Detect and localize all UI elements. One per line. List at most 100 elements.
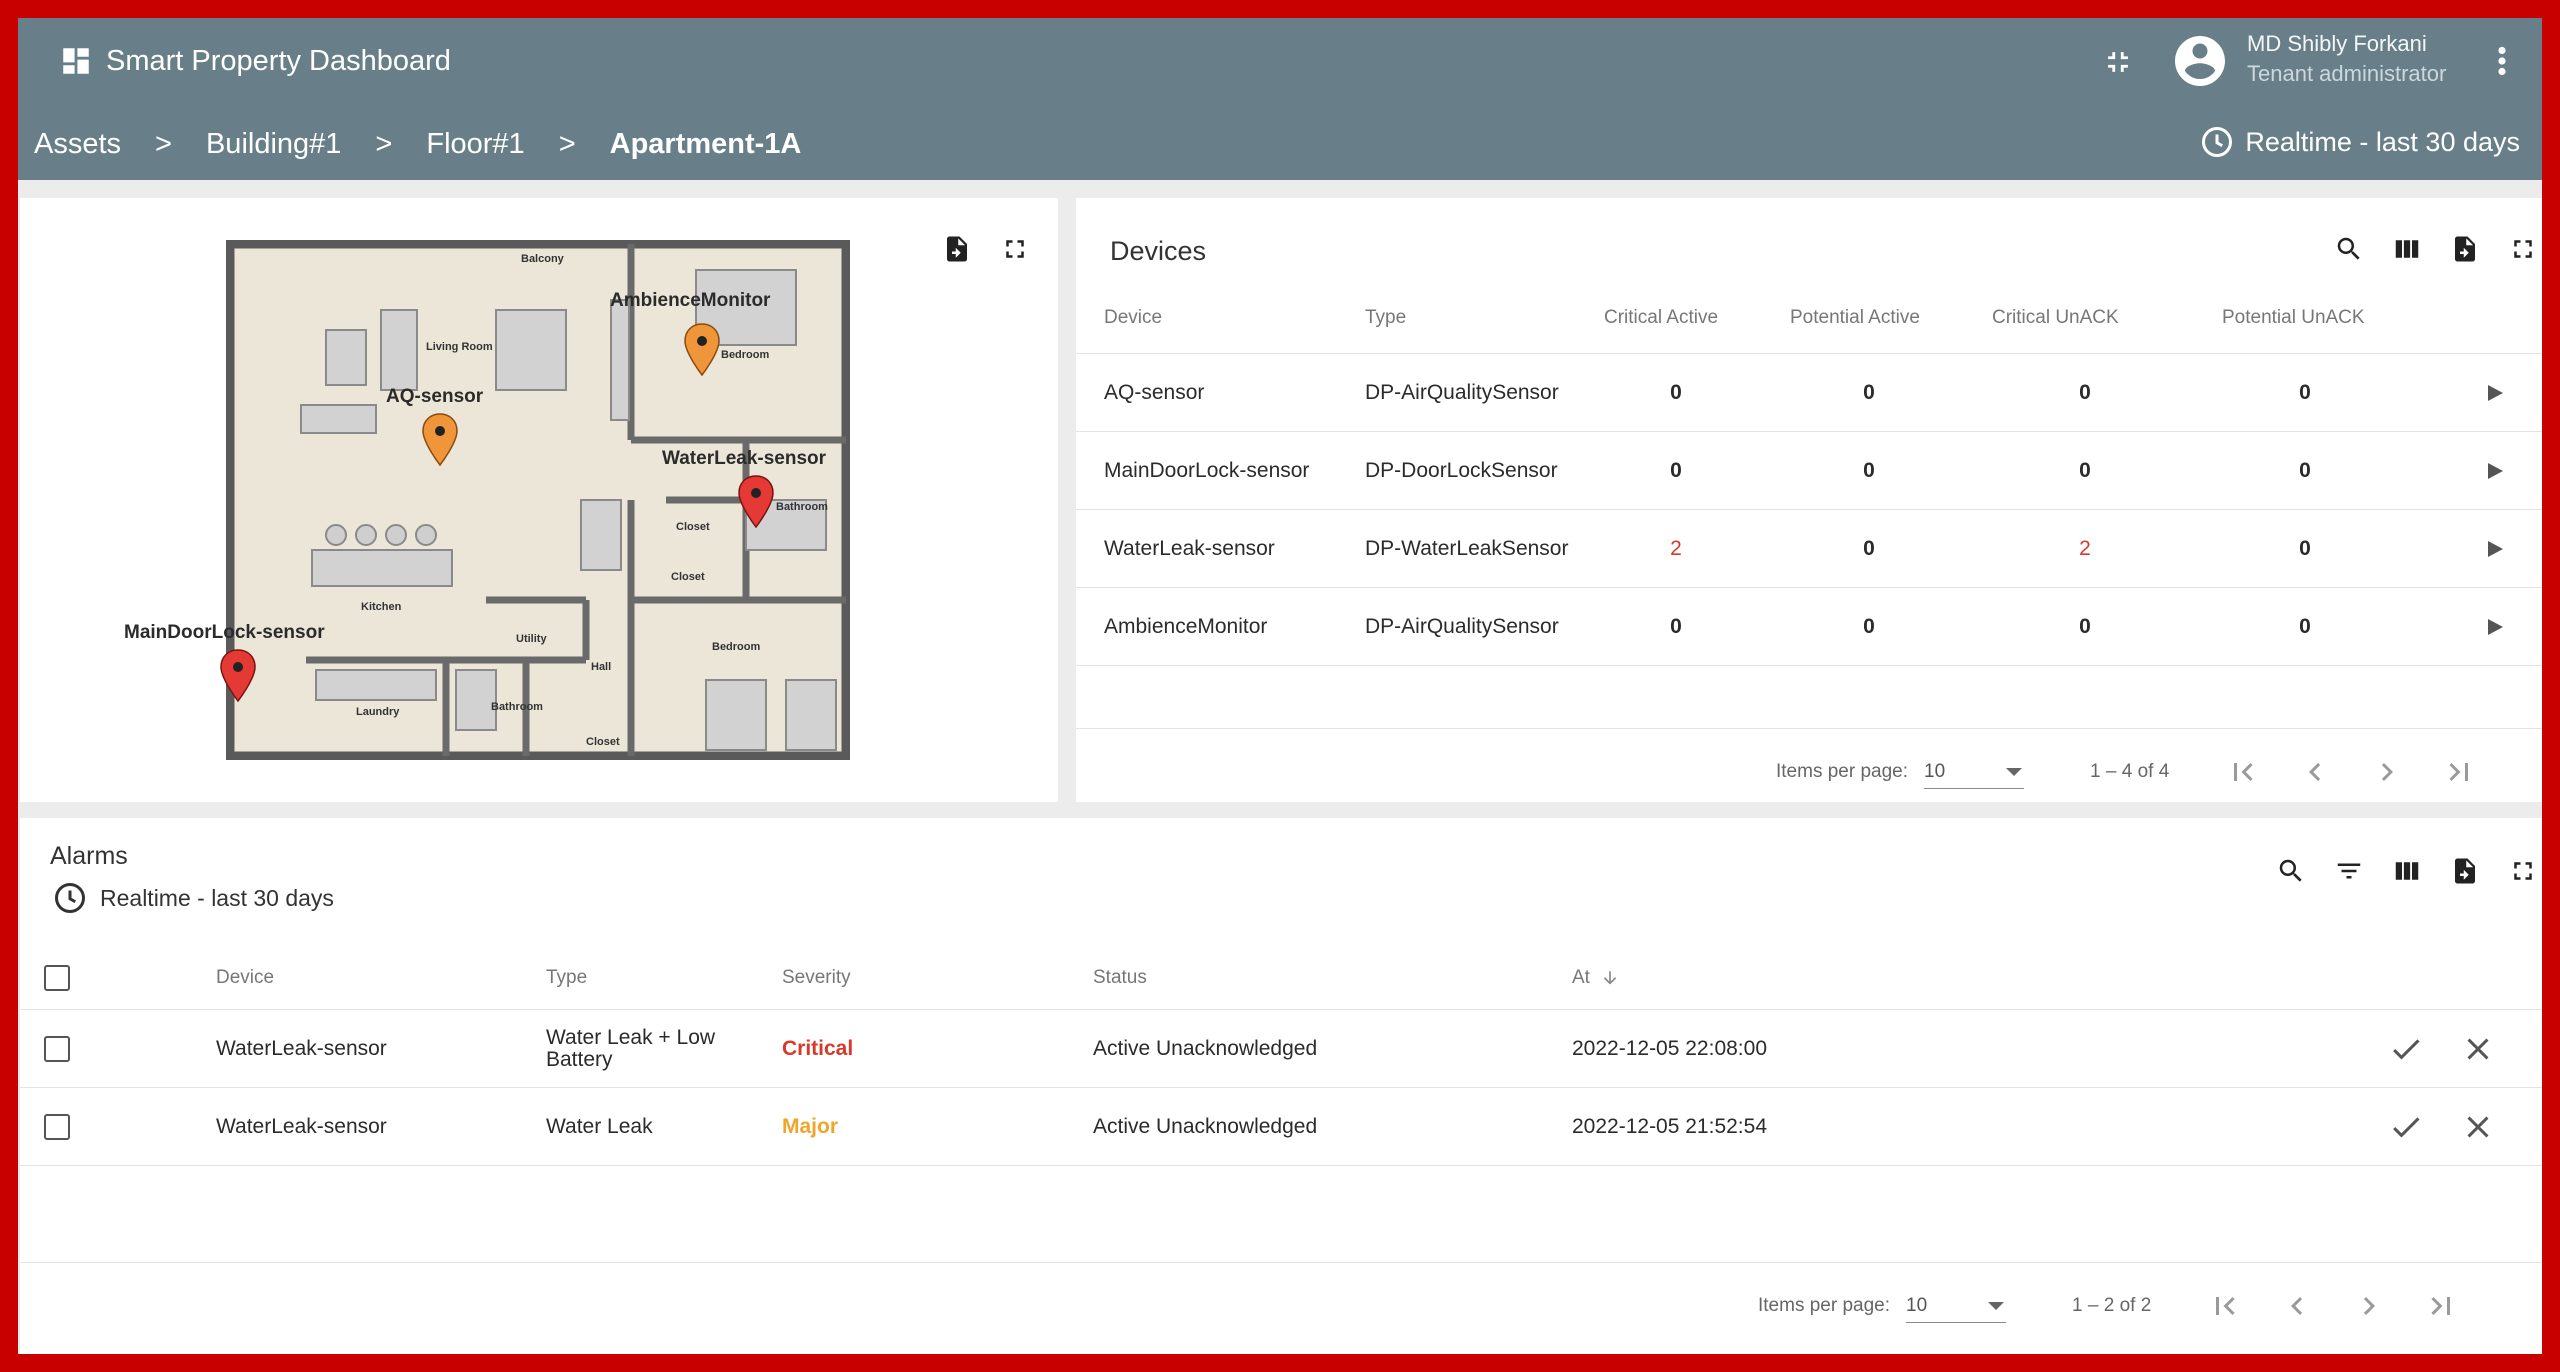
- search-button[interactable]: [2332, 232, 2366, 266]
- fullscreen-button[interactable]: [2506, 854, 2540, 888]
- select-all-checkbox[interactable]: [44, 964, 70, 991]
- clear-alarm-button[interactable]: [2460, 1010, 2496, 1087]
- account-circle-icon[interactable]: [2170, 31, 2230, 91]
- first-page-icon[interactable]: [2225, 754, 2261, 790]
- user-role: Tenant administrator: [2247, 61, 2447, 86]
- column-header-at[interactable]: At: [1572, 946, 1620, 1009]
- map-marker-waterleak-sensor[interactable]: [736, 474, 776, 530]
- user-name: MD Shibly Forkani: [2247, 31, 2427, 56]
- breadcrumb-separator: >: [375, 127, 393, 160]
- table-row[interactable]: WaterLeak-sensor Water Leak Major Active…: [20, 1088, 2542, 1166]
- floor-plan-widget: Balcony Living Room Bedroom Closet Bathr…: [20, 198, 1058, 802]
- next-page-icon[interactable]: [2351, 1288, 2387, 1324]
- export-button[interactable]: [940, 232, 974, 266]
- room-label: Hall: [591, 661, 611, 673]
- table-row[interactable]: AmbienceMonitor DP-AirQualitySensor 0 0 …: [1076, 588, 2542, 666]
- page-size-select[interactable]: 10: [1924, 755, 2025, 789]
- device-type: DP-AirQualitySensor: [1365, 614, 1559, 638]
- table-row[interactable]: WaterLeak-sensor DP-WaterLeakSensor 2 0 …: [1076, 510, 2542, 588]
- export-button[interactable]: [2448, 854, 2482, 888]
- open-device-button[interactable]: [2482, 588, 2506, 665]
- room-label: Closet: [676, 521, 710, 533]
- acknowledge-button[interactable]: [2388, 1088, 2424, 1165]
- check-icon: [2393, 1038, 2420, 1059]
- map-marker-maindoorlock-sensor[interactable]: [218, 648, 258, 704]
- breadcrumb-assets[interactable]: Assets: [34, 128, 121, 161]
- alarms-table: Device Type Severity Status At WaterLeak…: [20, 946, 2542, 1166]
- table-row[interactable]: AQ-sensor DP-AirQualitySensor 0 0 0 0: [1076, 354, 2542, 432]
- alarms-timewindow[interactable]: Realtime - last 30 days: [52, 880, 334, 916]
- app-title: Smart Property Dashboard: [106, 45, 451, 77]
- marker-label-ambience-monitor: AmbienceMonitor: [610, 290, 771, 311]
- page-size-select[interactable]: 10: [1906, 1289, 2007, 1323]
- column-header-potential-active[interactable]: Potential Active: [1790, 282, 1920, 353]
- column-header-severity[interactable]: Severity: [782, 946, 851, 1009]
- more-vert-icon[interactable]: [2490, 43, 2514, 79]
- room-label: Living Room: [426, 341, 493, 353]
- column-header-critical-unack[interactable]: Critical UnACK: [1992, 282, 2119, 353]
- acknowledge-button[interactable]: [2388, 1010, 2424, 1087]
- last-page-icon[interactable]: [2423, 1288, 2459, 1324]
- alarm-device: WaterLeak-sensor: [216, 1114, 387, 1138]
- breadcrumb-floor[interactable]: Floor#1: [426, 128, 524, 161]
- fullscreen-button[interactable]: [998, 232, 1032, 266]
- open-device-button[interactable]: [2482, 354, 2506, 431]
- filter-button[interactable]: [2332, 854, 2366, 888]
- timewindow-label: Realtime - last 30 days: [2245, 126, 2520, 157]
- column-header-status[interactable]: Status: [1093, 946, 1147, 1009]
- row-checkbox[interactable]: [44, 1113, 70, 1140]
- room-label: Closet: [586, 736, 620, 748]
- chevron-down-icon: [1988, 1301, 2005, 1310]
- page-range: 1 – 2 of 2: [2072, 1295, 2152, 1316]
- items-per-page-label: Items per page:: [1776, 761, 1909, 782]
- fullscreen-icon: [2514, 862, 2532, 880]
- prev-page-icon[interactable]: [2297, 754, 2333, 790]
- export-button[interactable]: [2448, 232, 2482, 266]
- map-marker-ambience-monitor[interactable]: [682, 322, 722, 378]
- critical-unack-count: 2: [2079, 536, 2091, 560]
- column-header-type[interactable]: Type: [546, 946, 587, 1009]
- column-header-critical-active[interactable]: Critical Active: [1604, 282, 1718, 353]
- map-marker-aq-sensor[interactable]: [420, 412, 460, 468]
- breadcrumb-building[interactable]: Building#1: [206, 128, 341, 161]
- timewindow-button[interactable]: Realtime - last 30 days: [2199, 122, 2520, 162]
- clear-alarm-button[interactable]: [2460, 1088, 2496, 1165]
- next-page-icon[interactable]: [2369, 754, 2405, 790]
- row-checkbox[interactable]: [44, 1035, 70, 1062]
- columns-button[interactable]: [2390, 854, 2424, 888]
- room-label: Bedroom: [721, 349, 770, 361]
- room-label: Closet: [671, 571, 705, 583]
- column-header-device[interactable]: Device: [1104, 282, 1162, 353]
- columns-button[interactable]: [2390, 232, 2424, 266]
- device-type: DP-AirQualitySensor: [1365, 380, 1559, 404]
- play-arrow-icon: [2488, 384, 2503, 401]
- last-page-icon[interactable]: [2441, 754, 2477, 790]
- close-icon: [2467, 1038, 2489, 1059]
- dashboard-icon: [63, 48, 89, 74]
- potential-unack-count: 0: [2299, 614, 2311, 638]
- column-header-type[interactable]: Type: [1365, 282, 1406, 353]
- marker-label-aq-sensor: AQ-sensor: [386, 386, 484, 407]
- check-icon: [2393, 1116, 2420, 1137]
- search-button[interactable]: [2274, 854, 2308, 888]
- fullscreen-button[interactable]: [2506, 232, 2540, 266]
- potential-active-count: 0: [1863, 614, 1875, 638]
- open-device-button[interactable]: [2482, 510, 2506, 587]
- devices-title: Devices: [1110, 236, 1207, 266]
- export-icon: [2455, 236, 2475, 262]
- device-name: WaterLeak-sensor: [1104, 536, 1275, 560]
- page-range: 1 – 4 of 4: [2090, 761, 2170, 782]
- column-header-device[interactable]: Device: [216, 946, 274, 1009]
- first-page-icon[interactable]: [2207, 1288, 2243, 1324]
- dashboard-app: Smart Property Dashboard MD Shibly Forka…: [18, 18, 2542, 1354]
- critical-unack-count: 0: [2079, 614, 2091, 638]
- table-row[interactable]: MainDoorLock-sensor DP-DoorLockSensor 0 …: [1076, 432, 2542, 510]
- prev-page-icon[interactable]: [2279, 1288, 2315, 1324]
- fullscreen-exit-icon[interactable]: [2101, 45, 2135, 79]
- device-name: AQ-sensor: [1104, 380, 1205, 404]
- open-device-button[interactable]: [2482, 432, 2506, 509]
- table-row[interactable]: WaterLeak-sensor Water Leak + Low Batter…: [20, 1010, 2542, 1088]
- clock-icon: [55, 883, 85, 913]
- potential-unack-count: 0: [2299, 380, 2311, 404]
- column-header-potential-unack[interactable]: Potential UnACK: [2222, 282, 2365, 353]
